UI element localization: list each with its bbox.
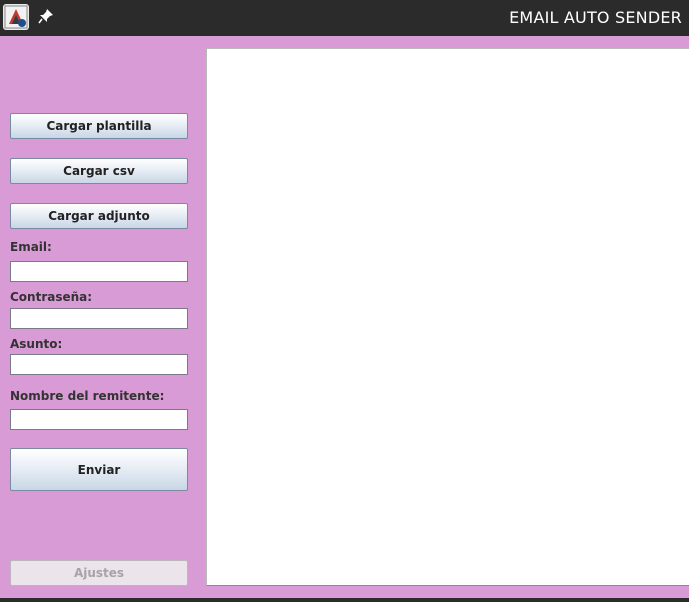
- java-app-icon[interactable]: [3, 4, 29, 30]
- load-template-button[interactable]: Cargar plantilla: [10, 113, 188, 139]
- password-label: Contraseña:: [10, 290, 93, 304]
- settings-button[interactable]: Ajustes: [10, 560, 188, 586]
- password-field[interactable]: [10, 308, 188, 329]
- template-preview-panel: [206, 48, 689, 586]
- bottom-edge: [0, 598, 689, 602]
- title-bar: EMAIL AUTO SENDER: [0, 0, 689, 36]
- load-csv-button[interactable]: Cargar csv: [10, 158, 188, 184]
- subject-label: Asunto:: [10, 337, 63, 351]
- window-title: EMAIL AUTO SENDER: [509, 8, 682, 27]
- sender-name-label: Nombre del remitente:: [10, 389, 165, 403]
- email-label: Email:: [10, 240, 52, 254]
- load-attachment-button[interactable]: Cargar adjunto: [10, 203, 188, 229]
- pin-icon[interactable]: [38, 8, 54, 24]
- subject-field[interactable]: [10, 354, 188, 375]
- sender-name-field[interactable]: [10, 409, 188, 430]
- send-button[interactable]: Enviar: [10, 448, 188, 491]
- email-field[interactable]: [10, 261, 188, 282]
